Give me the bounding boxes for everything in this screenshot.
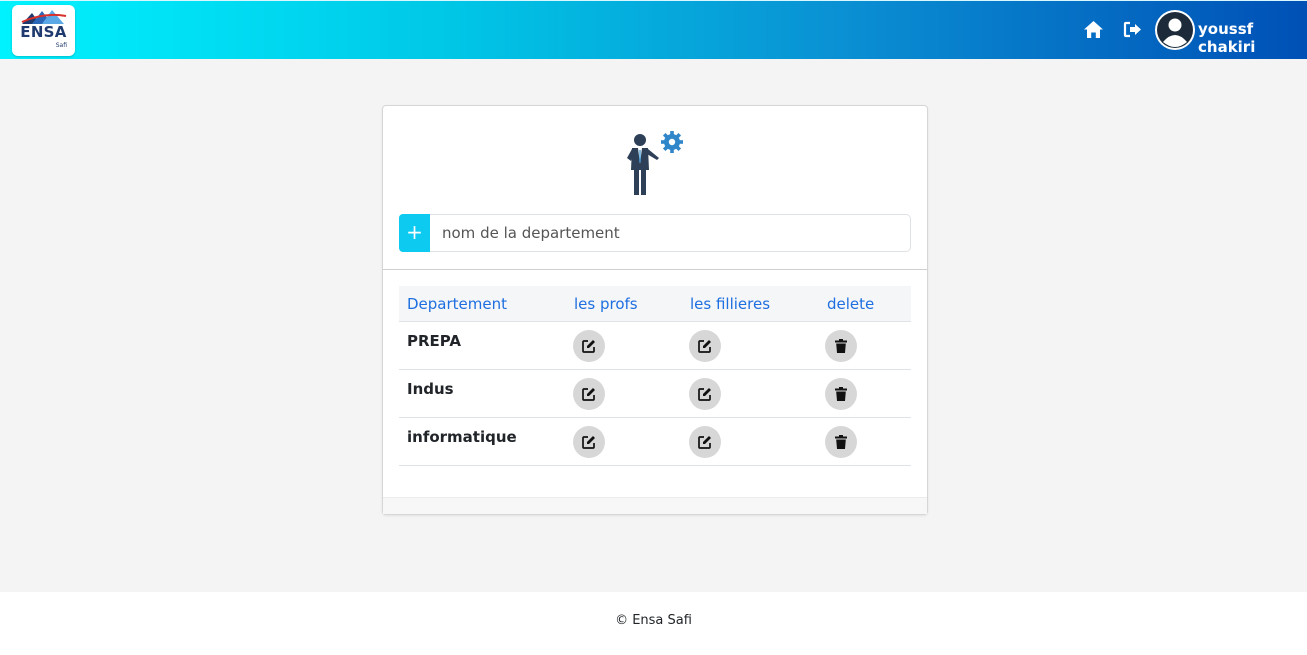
logo-subtext: Safi <box>55 42 67 49</box>
add-department-button[interactable]: + <box>399 214 430 252</box>
trash-icon <box>835 339 847 353</box>
copyright-text: © Ensa Safi <box>615 613 692 628</box>
ensa-logo[interactable]: ENSA Safi <box>12 5 75 56</box>
edit-fillieres-button[interactable] <box>689 426 721 458</box>
logo-text: ENSA <box>20 23 67 41</box>
user-avatar-icon[interactable] <box>1155 10 1195 50</box>
department-name: Indus <box>407 380 454 398</box>
edit-icon <box>582 340 595 353</box>
edit-profs-button[interactable] <box>573 378 605 410</box>
edit-profs-button[interactable] <box>573 426 605 458</box>
department-name-input[interactable] <box>430 214 911 252</box>
department-name: PREPA <box>407 332 462 350</box>
delete-department-button[interactable] <box>825 330 857 362</box>
trash-icon <box>835 435 847 449</box>
logout-icon[interactable] <box>1123 21 1142 43</box>
home-icon[interactable] <box>1083 20 1104 44</box>
table-row: PREPA <box>399 322 911 370</box>
edit-icon <box>698 388 711 401</box>
table-header: Departement les profs les fillieres dele… <box>399 286 911 322</box>
department-name: informatique <box>407 428 517 446</box>
table-row: informatique <box>399 418 911 466</box>
card-footer <box>383 497 927 514</box>
edit-profs-button[interactable] <box>573 330 605 362</box>
username-label[interactable]: youssf chakiri <box>1198 20 1307 56</box>
edit-icon <box>582 436 595 449</box>
page-footer: © Ensa Safi <box>0 592 1307 655</box>
trash-icon <box>835 387 847 401</box>
table-row: Indus <box>399 370 911 418</box>
column-header-departement: Departement <box>407 295 507 313</box>
department-card: + Departement les profs les fillieres de… <box>382 105 928 515</box>
departments-table: Departement les profs les fillieres dele… <box>399 286 911 466</box>
delete-department-button[interactable] <box>825 378 857 410</box>
edit-icon <box>698 340 711 353</box>
edit-icon <box>698 436 711 449</box>
manager-settings-icon <box>625 130 685 201</box>
top-navbar: ENSA Safi youssf chakiri <box>0 0 1307 59</box>
column-header-delete: delete <box>827 295 875 313</box>
column-header-fillieres: les fillieres <box>690 295 771 313</box>
delete-department-button[interactable] <box>825 426 857 458</box>
edit-fillieres-button[interactable] <box>689 378 721 410</box>
edit-icon <box>582 388 595 401</box>
column-header-profs: les profs <box>574 295 638 313</box>
card-header: + <box>383 106 927 270</box>
edit-fillieres-button[interactable] <box>689 330 721 362</box>
